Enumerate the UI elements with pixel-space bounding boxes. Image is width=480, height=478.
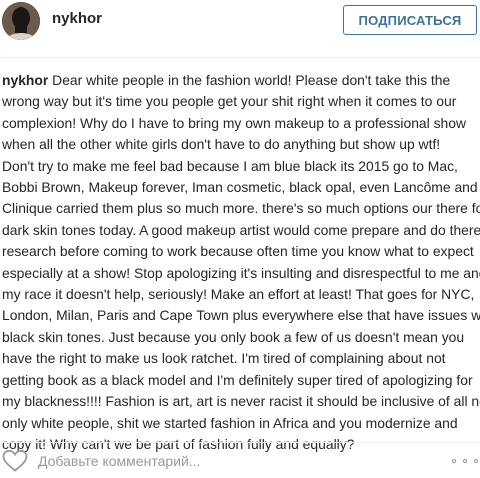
caption-line: complexion! Why do I have to bring my ow… <box>2 114 467 131</box>
caption-line: Bobbi Brown, Makeup forever, Iman cosmet… <box>2 179 478 196</box>
caption-author-link[interactable]: nykhor <box>2 72 48 88</box>
caption-line: Don't try to make me feel bad because I … <box>2 157 458 174</box>
dot <box>452 459 456 463</box>
dot <box>474 459 478 463</box>
caption-line: getting book as a black model and I'm de… <box>2 371 473 388</box>
caption-line: have the right to make us look ratchet. … <box>2 350 446 367</box>
caption-line: only white people, shit we started fashi… <box>2 414 458 431</box>
more-options-icon[interactable] <box>452 451 478 471</box>
caption-line: especially at a show! Stop apologizing i… <box>2 264 480 281</box>
caption-line: wrong way but it's time you people get y… <box>2 93 457 110</box>
follow-button[interactable]: ПОДПИСАТЬСЯ <box>343 5 477 35</box>
dot <box>463 459 467 463</box>
caption-line: London, Milan, Paris and Cape Town plus … <box>2 307 480 324</box>
post-header: nykhor ПОДПИСАТЬСЯ <box>0 0 480 58</box>
post-caption: nykhor Dear white people in the fashion … <box>2 70 480 455</box>
avatar-image <box>2 2 40 40</box>
caption-line: black skin tones. Just because you only … <box>2 328 465 345</box>
caption-line: my race it doesn't help, seriously! Make… <box>2 286 475 303</box>
heart-icon[interactable] <box>2 449 28 473</box>
caption-line: when all the other white girls don't hav… <box>2 136 441 153</box>
comment-input[interactable] <box>38 449 338 473</box>
caption-line: Clinique carried them plus so much more.… <box>2 200 480 217</box>
caption-line: nykhor Dear white people in the fashion … <box>2 70 478 91</box>
caption-line: research before coming to work because o… <box>2 243 474 260</box>
comment-bar <box>0 442 480 478</box>
avatar[interactable] <box>2 2 40 40</box>
caption-line: dark skin tones today. A good makeup art… <box>2 221 480 238</box>
username-link[interactable]: nykhor <box>52 10 102 27</box>
caption-line: my blackness!!!! Fashion is art, art is … <box>2 393 480 410</box>
caption-text: Dear white people in the fashion world! … <box>52 72 451 88</box>
